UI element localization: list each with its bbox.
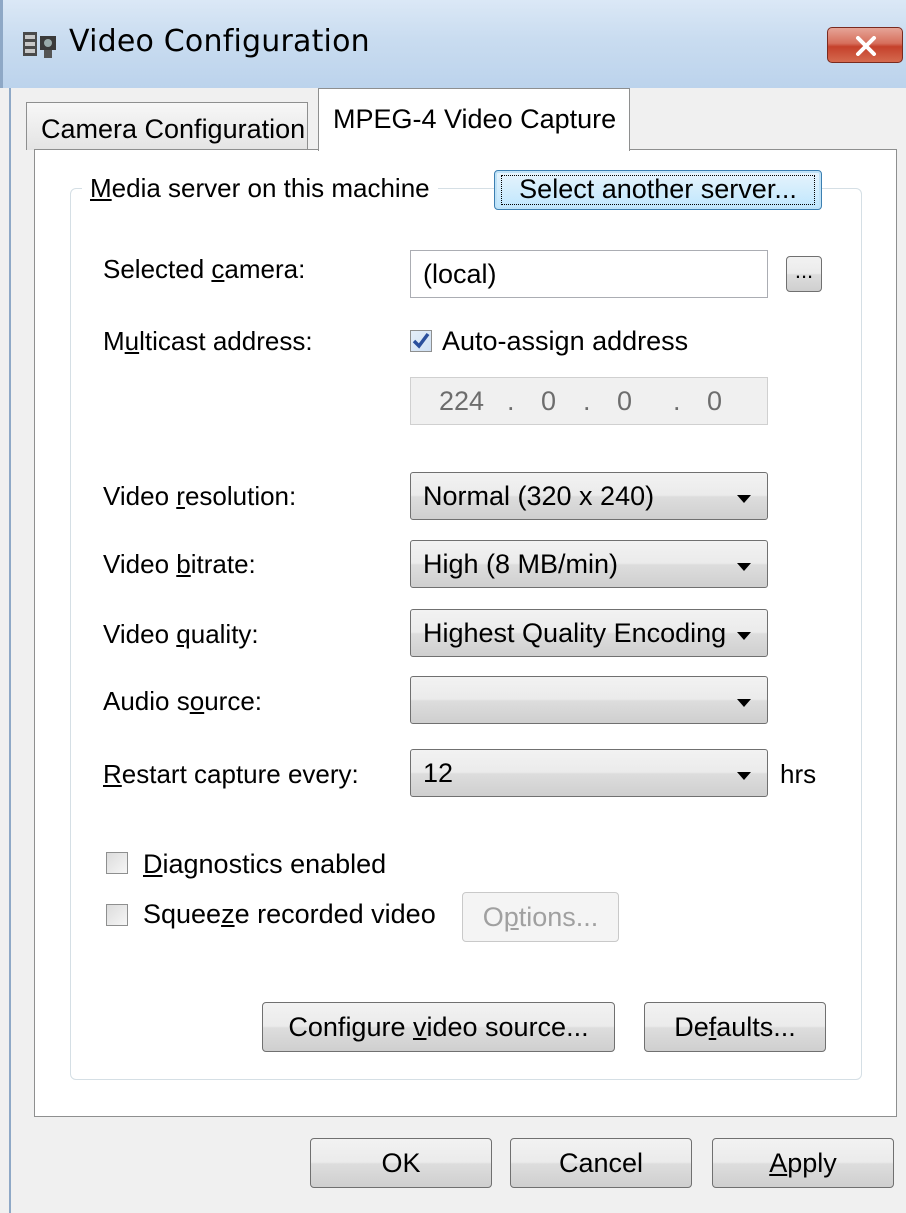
close-button[interactable]: [827, 27, 903, 63]
chevron-down-icon: [737, 772, 751, 780]
selected-camera-field[interactable]: (local): [410, 250, 768, 298]
squeeze-video-checkbox[interactable]: [106, 904, 128, 926]
apply-button[interactable]: Apply: [712, 1138, 894, 1188]
chevron-down-icon: [737, 563, 751, 571]
auto-assign-checkbox[interactable]: [410, 330, 432, 352]
close-icon: [856, 36, 876, 56]
tab-camera-configuration[interactable]: Camera Configuration: [26, 102, 308, 150]
video-resolution-dropdown[interactable]: Normal (320 x 240): [410, 472, 768, 520]
chevron-down-icon: [737, 699, 751, 707]
squeeze-video-label[interactable]: Squeeze recorded video: [143, 898, 436, 930]
focus-rectangle: [501, 175, 815, 205]
ip-separator: .: [673, 386, 681, 416]
video-resolution-label: Video resolution:: [103, 481, 297, 511]
diagnostics-checkbox[interactable]: [106, 852, 128, 874]
video-quality-dropdown[interactable]: Highest Quality Encoding: [410, 609, 768, 657]
media-server-group-label: Media server on this machine: [82, 172, 438, 204]
ip-separator: .: [507, 386, 515, 416]
auto-assign-label[interactable]: Auto-assign address: [442, 325, 688, 357]
tab-mpeg4-video-capture[interactable]: MPEG-4 Video Capture: [318, 88, 630, 151]
multicast-address-label: Multicast address:: [103, 326, 313, 356]
video-quality-label: Video quality:: [103, 619, 259, 649]
video-bitrate-label: Video bitrate:: [103, 549, 256, 579]
ip-octet-3: 0: [617, 386, 633, 416]
restart-capture-label: Restart capture every:: [103, 759, 359, 789]
ip-octet-4: 0: [707, 386, 723, 416]
camera-app-icon: [23, 32, 56, 58]
video-configuration-dialog: Video Configuration Camera Configuration…: [0, 0, 906, 1213]
chevron-down-icon: [737, 632, 751, 640]
ip-octet-1: 224: [439, 386, 485, 416]
select-another-server-button[interactable]: Select another server...: [494, 170, 822, 210]
configure-video-source-button[interactable]: Configure video source...: [262, 1002, 615, 1052]
multicast-ip-field: 224 . 0 . 0 . 0: [410, 377, 768, 425]
video-bitrate-dropdown[interactable]: High (8 MB/min): [410, 540, 768, 588]
browse-camera-button[interactable]: ...: [786, 256, 822, 292]
cancel-button[interactable]: Cancel: [510, 1138, 692, 1188]
audio-source-dropdown[interactable]: [410, 676, 768, 724]
ip-separator: .: [583, 386, 591, 416]
chevron-down-icon: [737, 495, 751, 503]
options-button[interactable]: Options...: [462, 892, 619, 942]
diagnostics-label[interactable]: Diagnostics enabled: [143, 848, 386, 880]
audio-source-label: Audio source:: [103, 686, 263, 716]
window-title: Video Configuration: [69, 24, 370, 59]
restart-capture-dropdown[interactable]: 12: [410, 749, 768, 797]
ip-octet-2: 0: [541, 386, 557, 416]
ok-button[interactable]: OK: [310, 1138, 492, 1188]
hours-unit-label: hrs: [780, 759, 817, 789]
defaults-button[interactable]: Defaults...: [644, 1002, 826, 1052]
checkmark-icon: [412, 332, 430, 349]
selected-camera-label: Selected camera:: [103, 254, 306, 284]
title-bar[interactable]: Video Configuration: [0, 0, 906, 88]
